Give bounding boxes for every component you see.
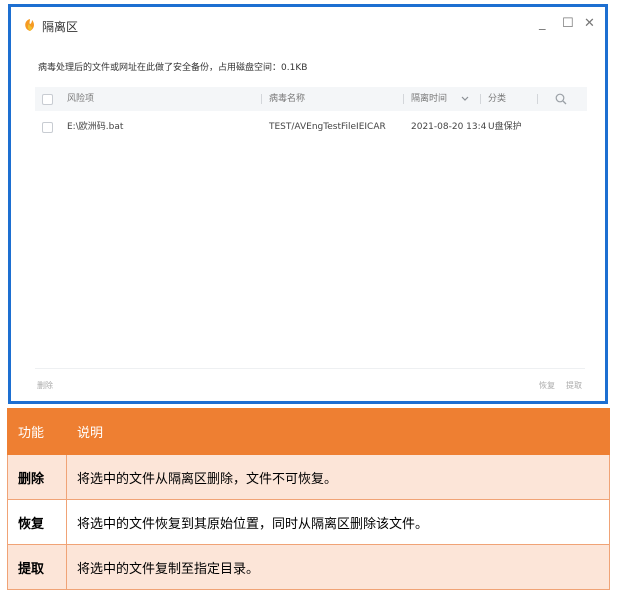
description-row: 恢复 将选中的文件恢复到其原始位置，同时从隔离区删除该文件。: [7, 499, 610, 545]
function-name: 恢复: [7, 499, 67, 545]
file-path: E:\欧洲码.bat: [67, 122, 124, 132]
column-category[interactable]: 分类: [488, 87, 506, 111]
header-description: 说明: [66, 408, 610, 455]
virus-name: TEST/AVEngTestFileIEICAR: [269, 122, 386, 132]
search-icon[interactable]: [555, 93, 567, 105]
column-divider[interactable]: [537, 94, 538, 104]
row-checkbox[interactable]: [42, 122, 53, 133]
footer-divider: [35, 368, 585, 369]
column-divider[interactable]: [403, 94, 404, 104]
backup-info-text: 病毒处理后的文件或网址在此做了安全备份，占用磁盘空间：0.1KB: [38, 63, 308, 73]
chevron-down-icon[interactable]: [461, 96, 469, 102]
quarantine-window: 隔离区 _ ☐ ✕ 病毒处理后的文件或网址在此做了安全备份，占用磁盘空间：0.1…: [8, 4, 608, 404]
description-row: 提取 将选中的文件复制至指定目录。: [7, 544, 610, 590]
description-row: 删除 将选中的文件从隔离区删除，文件不可恢复。: [7, 454, 610, 500]
title-bar: 隔离区 _ ☐ ✕: [11, 7, 605, 41]
header-function: 功能: [7, 408, 67, 455]
column-divider[interactable]: [261, 94, 262, 104]
function-name: 提取: [7, 544, 67, 590]
function-description: 将选中的文件恢复到其原始位置，同时从隔离区删除该文件。: [66, 499, 610, 545]
function-name: 删除: [7, 454, 67, 500]
table-header: 风险项 病毒名称 隔离时间 分类: [35, 87, 587, 111]
column-isolation-time[interactable]: 隔离时间: [411, 87, 447, 111]
restore-button[interactable]: 恢复: [539, 380, 555, 391]
column-risk-item[interactable]: 风险项: [67, 87, 94, 111]
category: U盘保护: [488, 122, 522, 132]
function-description: 将选中的文件从隔离区删除，文件不可恢复。: [66, 454, 610, 500]
feature-description-table: 功能 说明 删除 将选中的文件从隔离区删除，文件不可恢复。 恢复 将选中的文件恢…: [7, 408, 610, 590]
column-virus-name[interactable]: 病毒名称: [269, 87, 305, 111]
minimize-button[interactable]: _: [539, 16, 546, 31]
column-divider[interactable]: [480, 94, 481, 104]
close-button[interactable]: ✕: [584, 16, 595, 31]
table-row[interactable]: E:\欧洲码.bat TEST/AVEngTestFileIEICAR 2021…: [35, 117, 587, 137]
window-title: 隔离区: [42, 20, 79, 34]
app-logo-icon: [25, 19, 34, 31]
maximize-button[interactable]: ☐: [562, 16, 574, 31]
extract-button[interactable]: 提取: [566, 380, 582, 391]
delete-button[interactable]: 删除: [37, 380, 53, 391]
select-all-checkbox[interactable]: [42, 94, 53, 105]
function-description: 将选中的文件复制至指定目录。: [66, 544, 610, 590]
isolation-time: 2021-08-20 13:4: [411, 122, 487, 132]
description-table-header: 功能 说明: [7, 408, 610, 455]
